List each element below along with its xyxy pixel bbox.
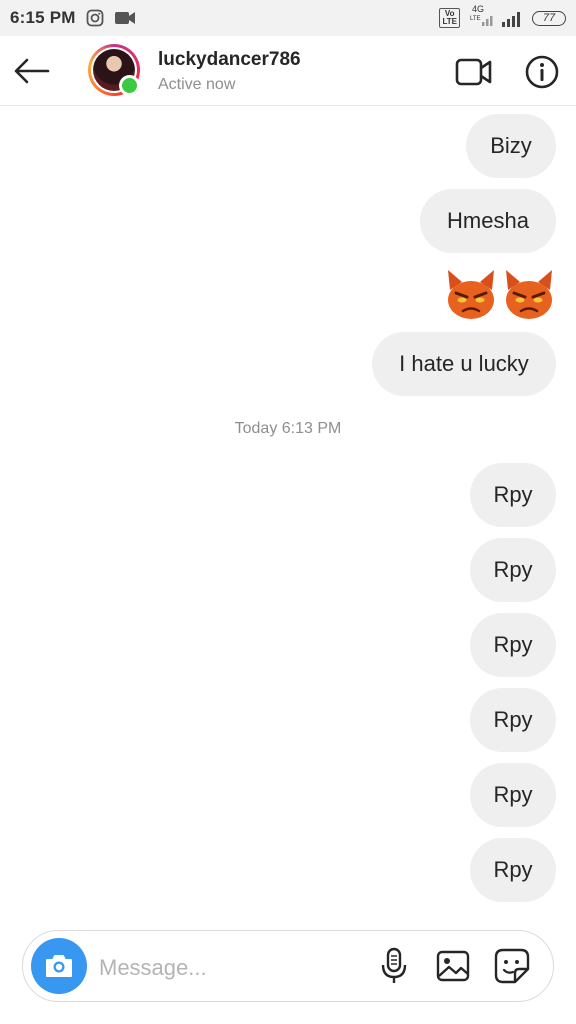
message-text: Bizy (490, 133, 532, 158)
battery-icon: 77 (532, 10, 566, 26)
gallery-button[interactable] (435, 949, 471, 983)
activity-status: Active now (158, 76, 236, 93)
signal-icon: 4G LTE (468, 4, 524, 28)
message-text: Rpy (493, 857, 533, 882)
message-bubble[interactable]: Rpy (470, 688, 556, 752)
sticker-icon (494, 948, 530, 984)
chat-header: luckydancer786 Active now (0, 36, 576, 106)
message-input[interactable] (97, 949, 371, 987)
network-lte: LTE (470, 16, 481, 22)
info-button[interactable] (524, 54, 560, 90)
sticker-button[interactable] (493, 947, 531, 985)
message-composer (22, 930, 554, 1002)
back-arrow-icon (14, 58, 50, 84)
message-bubble[interactable]: Rpy (470, 763, 556, 827)
gallery-icon (436, 950, 470, 982)
voice-message-button[interactable] (379, 947, 409, 985)
message-bubble[interactable]: Bizy (466, 114, 556, 178)
message-text: Rpy (493, 632, 533, 657)
video-call-icon (455, 58, 492, 86)
instagram-icon (86, 9, 104, 27)
camera-button[interactable] (31, 938, 87, 994)
message-text: Rpy (493, 707, 533, 732)
avatar[interactable] (88, 44, 140, 96)
video-camera-icon (114, 10, 136, 26)
emoji-message[interactable] (446, 268, 554, 320)
volte-bottom: LTE (442, 17, 457, 26)
back-button[interactable] (12, 54, 56, 88)
info-icon (525, 55, 559, 89)
volte-icon: Vo LTE (439, 8, 460, 28)
message-bubble[interactable]: Rpy (470, 838, 556, 902)
angry-devil-emoji (506, 270, 552, 319)
online-indicator (119, 75, 140, 96)
message-timestamp: Today 6:13 PM (234, 420, 342, 437)
message-bubble[interactable]: Rpy (470, 538, 556, 602)
message-text: Rpy (493, 482, 533, 507)
video-call-button[interactable] (454, 56, 494, 88)
network-type: 4G (472, 4, 485, 14)
chat-username[interactable]: luckydancer786 (158, 49, 301, 71)
camera-icon (46, 955, 72, 977)
message-text: Rpy (493, 557, 533, 582)
message-bubble[interactable]: Rpy (470, 463, 556, 527)
battery-level: 77 (542, 12, 556, 24)
message-text: I hate u lucky (399, 351, 529, 376)
message-text: Hmesha (447, 208, 529, 233)
message-bubble[interactable]: I hate u lucky (372, 332, 556, 396)
message-text: Rpy (493, 782, 533, 807)
status-time: 6:15 PM (10, 8, 76, 27)
angry-devil-emoji (448, 270, 494, 319)
status-bar: 6:15 PM Vo LTE 4G LTE 77 (0, 0, 576, 36)
message-bubble[interactable]: Rpy (470, 613, 556, 677)
microphone-icon (381, 947, 407, 983)
message-bubble[interactable]: Hmesha (420, 189, 556, 253)
